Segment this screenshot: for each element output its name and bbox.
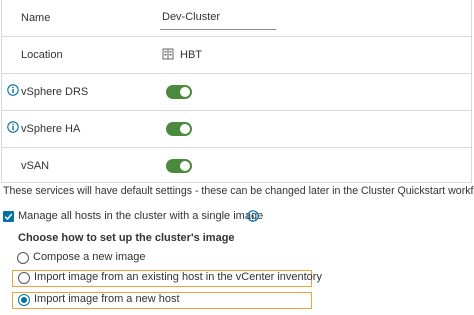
- radio-button[interactable]: [17, 252, 29, 264]
- vsan-row: vSAN: [2, 148, 471, 185]
- manage-image-checkbox[interactable]: [3, 211, 14, 222]
- name-label: Name: [21, 12, 51, 24]
- toggle-knob: [180, 161, 190, 171]
- toggle-knob: [180, 124, 190, 134]
- ha-label: vSphere HA: [21, 123, 81, 135]
- info-icon[interactable]: [247, 210, 259, 222]
- ha-toggle[interactable]: [166, 122, 192, 136]
- location-row: Location HBT: [2, 37, 471, 74]
- toggle-knob: [180, 87, 190, 97]
- image-setup-heading: Choose how to set up the cluster's image: [18, 232, 235, 244]
- radio-button[interactable]: [18, 272, 30, 284]
- cluster-form: Name Dev-Cluster Location HBT vSphere DR…: [1, 0, 472, 183]
- info-icon[interactable]: [7, 84, 19, 96]
- option-compose-new-image[interactable]: Compose a new image: [12, 250, 212, 267]
- default-settings-note: These services will have default setting…: [3, 185, 474, 197]
- checkmark-icon: [4, 213, 13, 221]
- vsan-label: vSAN: [21, 160, 50, 172]
- option-label: Compose a new image: [33, 251, 146, 263]
- name-row: Name Dev-Cluster: [2, 0, 471, 37]
- ha-row: vSphere HA: [2, 111, 471, 148]
- drs-toggle[interactable]: [166, 85, 192, 99]
- drs-row: vSphere DRS: [2, 74, 471, 111]
- vsan-toggle[interactable]: [166, 159, 192, 173]
- name-input-underline: [160, 29, 276, 30]
- name-input[interactable]: Dev-Cluster: [162, 11, 220, 23]
- radio-button-selected[interactable]: [18, 294, 30, 306]
- location-label: Location: [21, 49, 63, 61]
- location-value: HBT: [180, 49, 202, 61]
- option-label: Import image from an existing host in th…: [34, 271, 322, 283]
- info-icon[interactable]: [7, 121, 19, 133]
- datacenter-icon: [162, 48, 174, 60]
- manage-image-label: Manage all hosts in the cluster with a s…: [18, 210, 264, 222]
- option-label: Import image from a new host: [34, 293, 180, 305]
- drs-label: vSphere DRS: [21, 86, 89, 98]
- option-import-new-host[interactable]: Import image from a new host: [12, 292, 312, 309]
- option-import-existing-host[interactable]: Import image from an existing host in th…: [12, 270, 322, 287]
